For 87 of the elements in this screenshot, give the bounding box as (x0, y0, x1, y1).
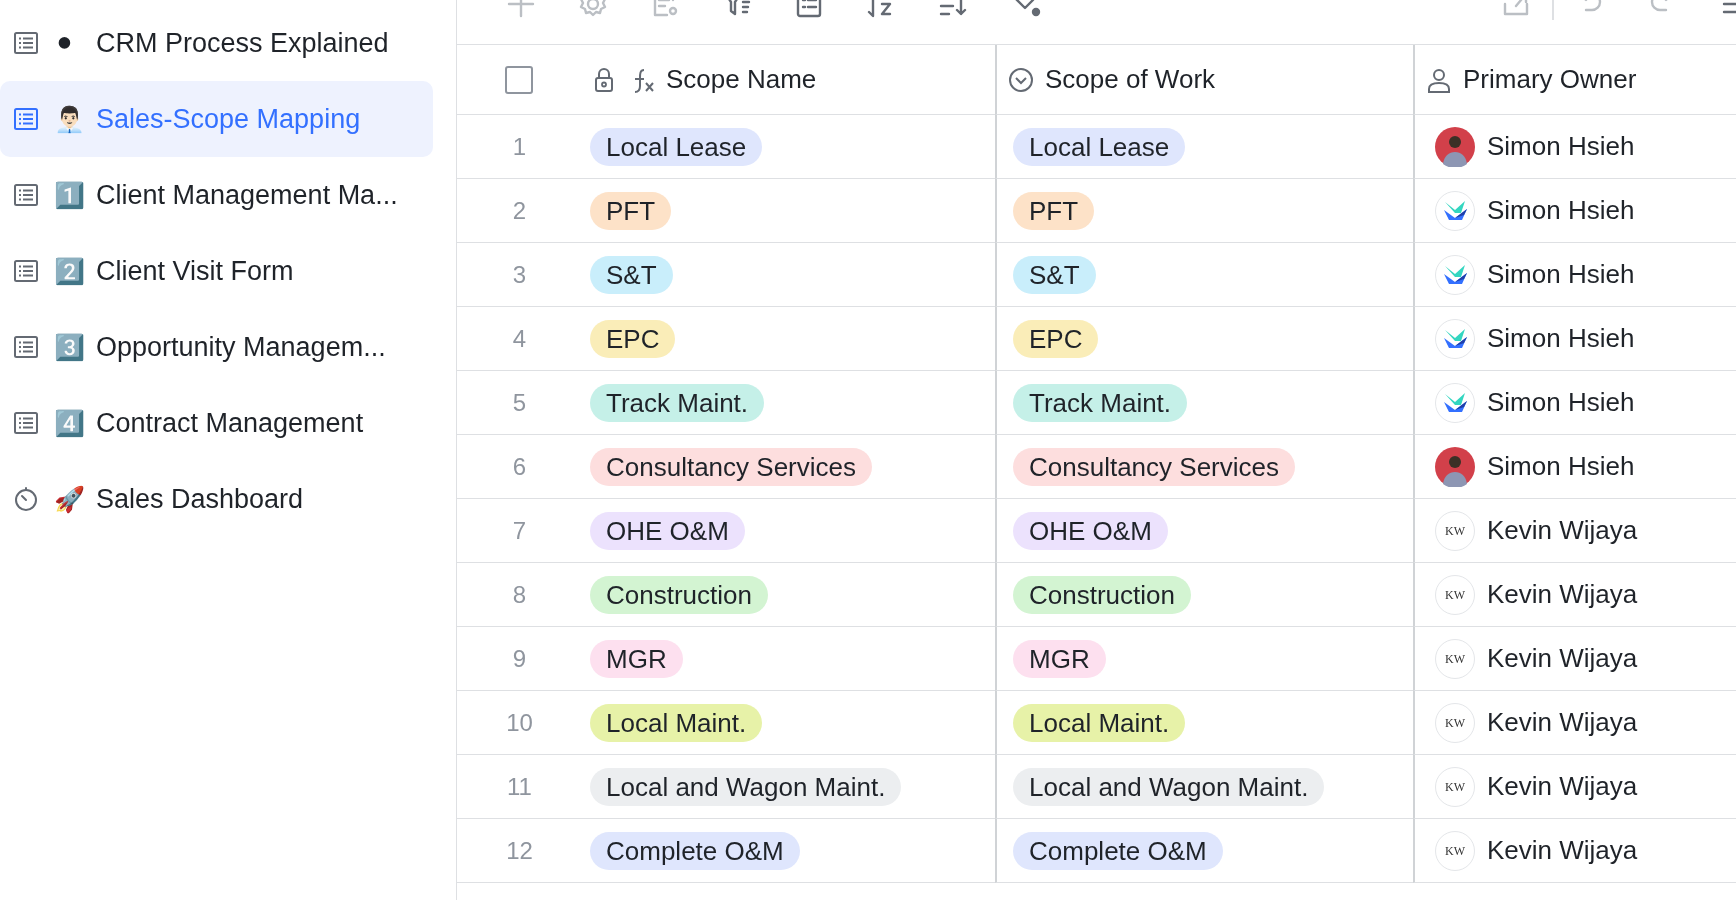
tag: EPC (590, 319, 676, 358)
tag: Local Lease (1013, 127, 1186, 166)
row-number: 3 (512, 259, 527, 290)
row-number: 10 (506, 707, 533, 738)
sidebar-label: Client Management Ma... (96, 178, 398, 212)
sidebar-item[interactable]: 2⃣ Client Visit Form (0, 233, 433, 309)
sidebar-label: Opportunity Managem... (96, 330, 386, 364)
column-header[interactable]: Scope Name (666, 60, 817, 99)
owner-name: Kevin Wijaya (1487, 770, 1638, 803)
sidebar-label: CRM Process Explained (96, 26, 389, 60)
owner-name: Kevin Wijaya (1487, 514, 1638, 547)
sidebar-item[interactable]: 3⃣ Opportunity Managem... (0, 309, 433, 385)
owner-name: Simon Hsieh (1487, 386, 1635, 419)
sidebar-item[interactable]: 🚀 Sales Dashboard (0, 461, 433, 537)
column-header[interactable]: Scope of Work (1045, 60, 1216, 99)
tag: Track Maint. (1013, 383, 1188, 422)
sidebar-item[interactable]: 👨🏻‍💼 Sales-Scope Mapping (0, 81, 433, 157)
row-number: 4 (512, 323, 527, 354)
tag: MGR (1013, 639, 1106, 678)
sidebar-label: Sales-Scope Mapping (96, 102, 361, 136)
owner-name: Simon Hsieh (1487, 130, 1635, 163)
sidebar-item[interactable]: 1⃣ Client Management Ma... (0, 157, 433, 233)
tag: Local and Wagon Maint. (590, 767, 902, 806)
row-number: 1 (512, 131, 527, 162)
tag: Local and Wagon Maint. (1013, 767, 1325, 806)
avatar (1435, 446, 1475, 487)
grid-icon (12, 333, 40, 361)
tag: Construction (590, 575, 768, 614)
avatar (1435, 126, 1475, 167)
logo-icon (1435, 318, 1475, 359)
tag: S&T (590, 255, 673, 294)
owner-name: Simon Hsieh (1487, 258, 1635, 291)
tag: Local Maint. (590, 703, 763, 742)
sidebar-label: Client Visit Form (96, 254, 294, 288)
tag: Local Lease (590, 127, 763, 166)
grid-icon (12, 181, 40, 209)
dropdown-icon (1007, 65, 1035, 94)
tag: Consultancy Services (1013, 447, 1295, 486)
row-number: 12 (506, 835, 533, 866)
tag: Complete O&M (1013, 831, 1223, 870)
sidebar-label: Sales Dashboard (96, 482, 304, 516)
row-number: 6 (512, 451, 527, 482)
timer-icon (12, 485, 40, 513)
owner-name: Kevin Wijaya (1487, 578, 1638, 611)
emoji-icon: 2⃣ (54, 258, 86, 284)
sidebar-label: Contract Management (96, 406, 364, 440)
tag: OHE O&M (590, 511, 745, 550)
emoji-icon: 3⃣ (54, 334, 86, 360)
logo-icon (1435, 382, 1475, 423)
logo-icon (1435, 254, 1475, 295)
tag: MGR (590, 639, 683, 678)
emoji-icon: ⚫ (54, 30, 86, 56)
owner-name: Simon Hsieh (1487, 194, 1635, 227)
emoji-icon: 👨🏻‍💼 (54, 106, 86, 132)
tag: PFT (1013, 191, 1095, 230)
tag: S&T (1013, 255, 1096, 294)
row-number: 2 (512, 195, 527, 226)
tag: Complete O&M (590, 831, 800, 870)
emoji-icon: 4⃣ (54, 410, 86, 436)
tag: Consultancy Services (590, 447, 872, 486)
tag: PFT (590, 191, 672, 230)
row-number: 9 (512, 643, 527, 674)
grid-icon (12, 105, 40, 133)
grid-icon (12, 29, 40, 57)
emoji-icon: 1⃣ (54, 182, 86, 208)
row-number: 7 (512, 515, 527, 546)
tag: Track Maint. (590, 383, 765, 422)
tag: Local Maint. (1013, 703, 1186, 742)
tag: OHE O&M (1013, 511, 1168, 550)
row-number: 8 (512, 579, 527, 610)
owner-name: Kevin Wijaya (1487, 706, 1638, 739)
tag: EPC (1013, 319, 1099, 358)
column-header[interactable]: Primary Owner (1463, 60, 1637, 99)
logo-icon (1435, 190, 1475, 231)
owner-name: Simon Hsieh (1487, 322, 1635, 355)
grid-icon (12, 409, 40, 437)
checkbox[interactable] (505, 65, 533, 94)
tag: Construction (1013, 575, 1191, 614)
sidebar-item[interactable]: ⚫ CRM Process Explained (0, 5, 433, 81)
owner-name: Simon Hsieh (1487, 450, 1635, 483)
owner-name: Kevin Wijaya (1487, 642, 1638, 675)
owner-name: Kevin Wijaya (1487, 834, 1638, 867)
row-number: 11 (507, 771, 532, 802)
grid-icon (12, 257, 40, 285)
row-number: 5 (512, 387, 527, 418)
sidebar-item[interactable]: 4⃣ Contract Management (0, 385, 433, 461)
emoji-icon: 🚀 (54, 486, 86, 512)
